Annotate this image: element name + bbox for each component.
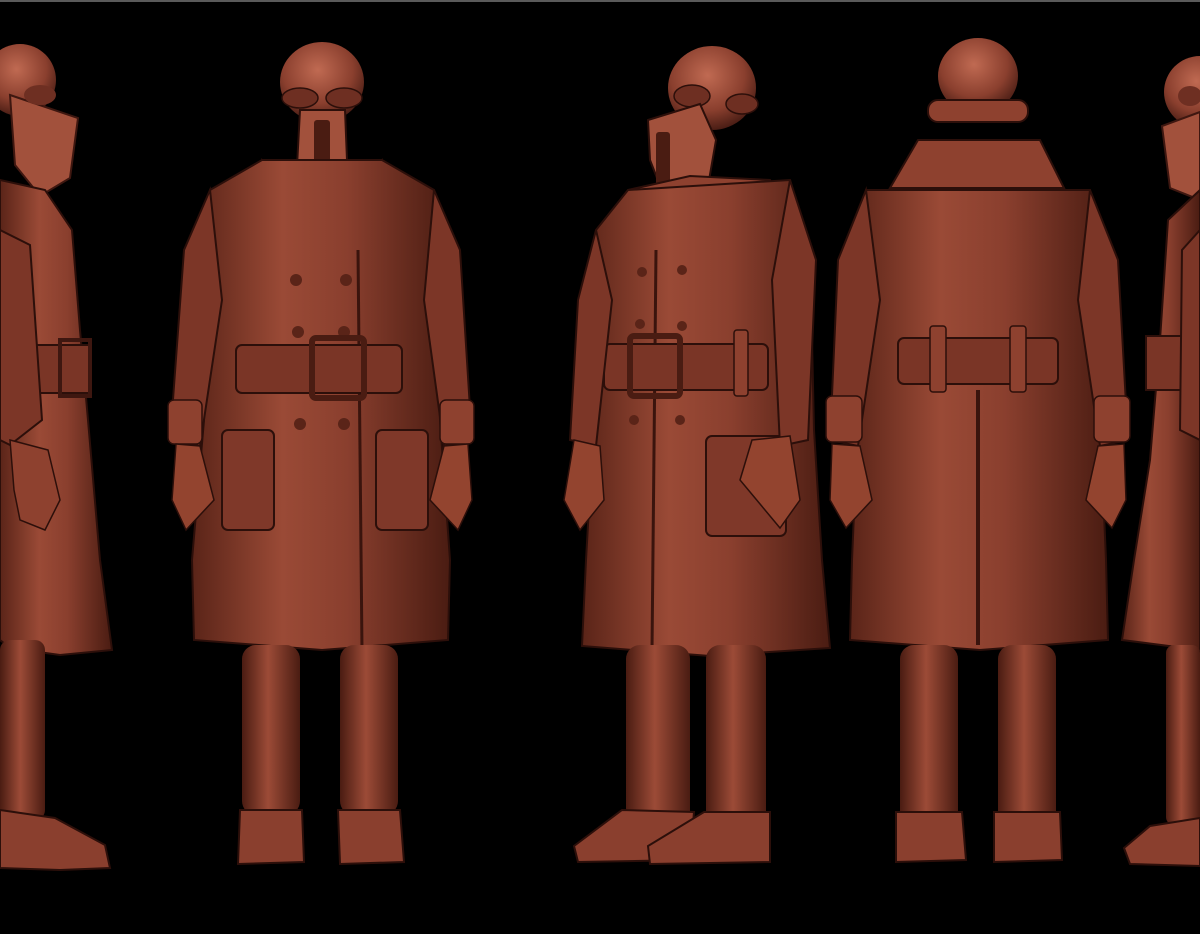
cuff-right-front [439,399,475,445]
pocket-right-front [375,429,429,531]
figure-back [825,38,1131,864]
figure-front [167,42,475,866]
pocket-left-front [221,429,275,531]
boot-side-right [1122,816,1200,868]
leg-right-back [998,645,1056,825]
cuff-left-back [825,395,863,443]
leg-right-three-quarter [706,645,766,825]
boot-right-back [993,811,1064,864]
button-front-5 [294,418,306,430]
leg-left-front [242,645,300,815]
figure-side-right [1120,56,1200,868]
goggle-left-front [281,87,319,109]
button-front-3 [292,326,304,338]
boot-left-back [895,811,968,864]
mask-side-left [8,93,80,198]
cuff-left-front [167,399,203,445]
button-front-2 [340,274,352,286]
belt-loop-back-right [1009,325,1027,393]
button-three-quarter-4 [677,321,687,331]
belt-loop-three-quarter [733,329,749,397]
turnaround-canvas [0,38,1200,872]
coat-front [190,159,452,652]
goggle-left-three-quarter [673,84,711,108]
boot-side-left [0,808,112,872]
cuff-right-back [1093,395,1131,443]
button-front-1 [290,274,302,286]
button-front-6 [338,418,350,430]
leg-left-back [900,645,958,825]
leg-right-front [340,645,398,815]
belt-front [235,344,403,394]
boot-right-front [336,809,406,866]
button-three-quarter-3 [635,319,645,329]
sculpt-turnaround-viewport [0,0,1200,934]
goggle-right-front [325,87,363,109]
figure-three-quarter [563,46,832,866]
button-three-quarter-2 [677,265,687,275]
helmet-brim-back [927,99,1029,123]
leg-left-three-quarter [626,645,690,825]
button-three-quarter-6 [675,415,685,425]
figure-side-left [0,44,114,872]
button-three-quarter-5 [629,415,639,425]
leg-side-right [1166,645,1200,825]
belt-loop-back-left [929,325,947,393]
collar-back [888,139,1066,189]
mask-side-right [1160,110,1200,202]
button-three-quarter-1 [637,267,647,277]
leg-side-left [0,640,45,820]
goggle-side-left [24,85,56,105]
boot-left-front [236,809,306,866]
goggle-right-three-quarter [725,93,759,115]
belt-back [897,337,1059,385]
arm-side-right [1178,228,1200,442]
